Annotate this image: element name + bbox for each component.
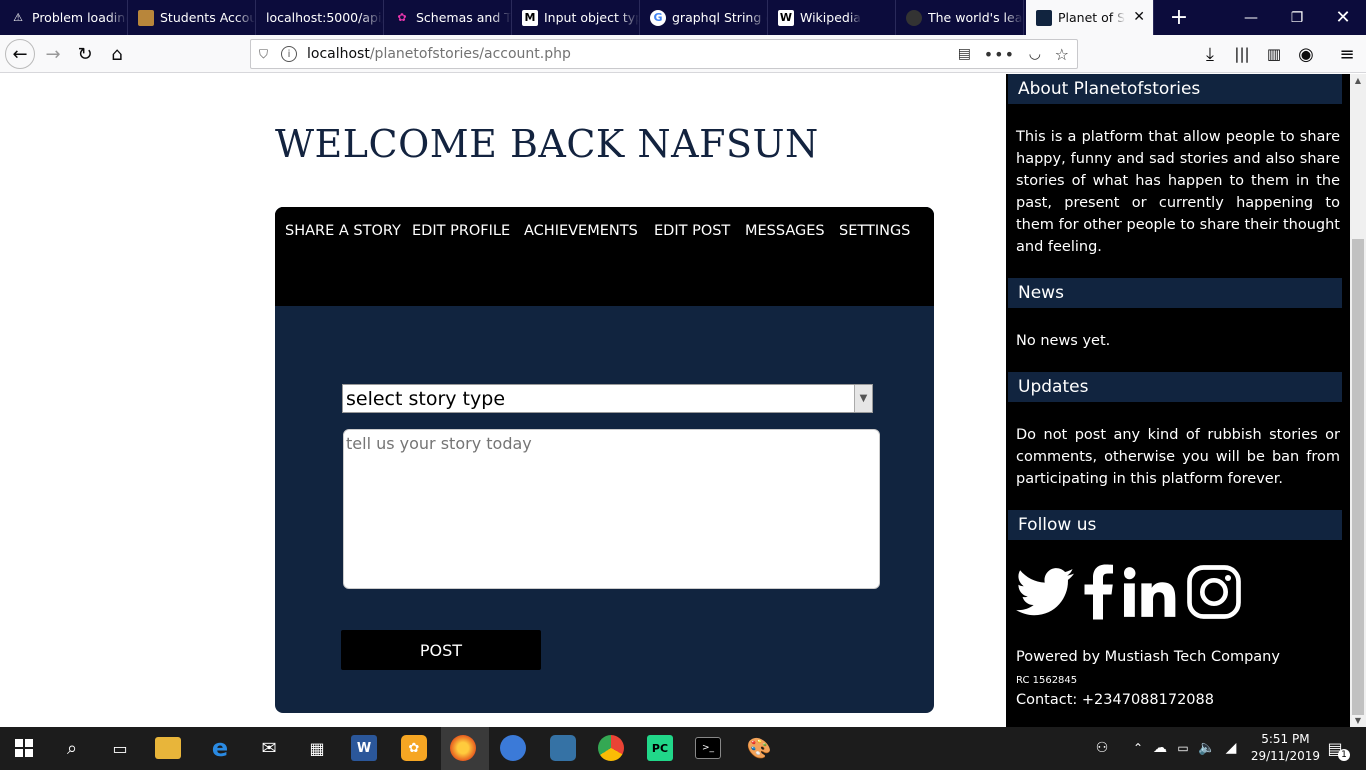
info-icon[interactable]: i xyxy=(281,46,297,62)
new-tab-button[interactable]: + xyxy=(1156,0,1202,35)
home-icon[interactable]: ⌂ xyxy=(102,39,132,69)
menu-edit-post[interactable]: EDIT POST xyxy=(654,223,730,239)
warning-icon: ⚠ xyxy=(13,11,23,24)
back-arrow-icon[interactable]: ← xyxy=(5,39,35,69)
account-menu: SHARE A STORY EDIT PROFILE ACHIEVEMENTS … xyxy=(275,207,934,306)
graphql-icon: ✿ xyxy=(397,11,407,24)
navigation-toolbar: ← → ↻ ⌂ ⛉ i localhost/planetofstories/ac… xyxy=(0,35,1366,73)
page-content: WELCOME BACK NAFSUN SHARE A STORY EDIT P… xyxy=(0,74,1350,727)
menu-settings[interactable]: SETTINGS xyxy=(839,223,910,239)
library-icon[interactable]: ||| xyxy=(1227,39,1257,69)
clock-date: 29/11/2019 xyxy=(1250,749,1320,763)
task-view-icon[interactable]: ▭ xyxy=(105,733,135,763)
page-scrollbar[interactable]: ▲ ▼ xyxy=(1350,74,1366,727)
follow-heading: Follow us xyxy=(1008,510,1342,540)
scroll-down-icon[interactable]: ▼ xyxy=(1350,716,1366,725)
about-heading: About Planetofstories xyxy=(1008,74,1342,104)
chevron-down-icon[interactable]: ▼ xyxy=(854,385,872,412)
downloads-icon[interactable]: ⤓ xyxy=(1195,39,1225,69)
powered-by-text: Powered by Mustiash Tech Company xyxy=(1016,649,1280,665)
firefox-icon[interactable] xyxy=(450,735,476,761)
clock[interactable]: 5:51 PM 29/11/2019 xyxy=(1251,731,1320,765)
tab-input-object-type[interactable]: M Input object typ xyxy=(512,0,640,35)
window-close-icon[interactable]: ✕ xyxy=(1320,0,1366,35)
site-icon xyxy=(138,9,154,26)
sidebar: About Planetofstories This is a platform… xyxy=(1006,74,1350,727)
terminal-icon[interactable]: >_ xyxy=(695,737,721,759)
word-icon[interactable]: W xyxy=(351,735,377,761)
python-icon[interactable] xyxy=(550,735,576,761)
pycharm-icon[interactable]: PC xyxy=(647,735,673,761)
file-explorer-icon[interactable] xyxy=(155,737,181,759)
linkedin-icon[interactable] xyxy=(1123,564,1177,620)
menu-edit-profile[interactable]: EDIT PROFILE xyxy=(412,223,510,239)
scroll-up-icon[interactable]: ▲ xyxy=(1350,76,1366,85)
edge-icon[interactable]: e xyxy=(205,733,235,763)
windows-start-icon[interactable] xyxy=(9,733,39,763)
about-text: This is a platform that allow people to … xyxy=(1016,129,1340,255)
site-icon xyxy=(1036,9,1052,26)
shield-icon[interactable]: ⛉ xyxy=(259,47,273,62)
menu-hamburger-icon[interactable]: ≡ xyxy=(1332,39,1362,69)
story-type-value: select story type xyxy=(346,387,506,410)
reload-icon[interactable]: ↻ xyxy=(70,39,100,69)
tab-graphql-string[interactable]: G graphql String c xyxy=(640,0,768,35)
minimize-icon[interactable]: — xyxy=(1228,0,1274,35)
uc-browser-icon[interactable]: ✿ xyxy=(401,735,427,761)
welcome-heading: WELCOME BACK NAFSUN xyxy=(275,122,819,166)
taskbar: ⌕ ▭ e ✉ ▦ W ✿ PC >_ 🎨 ⚇ ⌃ ☁ ▭ 🔈 ◢ 5:51 P… xyxy=(0,727,1366,770)
forward-arrow-icon[interactable]: → xyxy=(38,39,68,69)
mail-icon[interactable]: ✉ xyxy=(254,733,284,763)
tab-planet-of-stories[interactable]: Planet of Sto ✕ xyxy=(1026,0,1154,35)
network-icon[interactable]: ◢ xyxy=(1216,733,1246,763)
tab-github[interactable]: The world's lead xyxy=(896,0,1024,35)
menu-messages[interactable]: MESSAGES xyxy=(745,223,825,239)
chromium-icon[interactable] xyxy=(500,735,526,761)
medium-icon: M xyxy=(522,9,538,26)
menu-share-story[interactable]: SHARE A STORY xyxy=(285,223,401,239)
contact-text: Contact: +2347088172088 xyxy=(1016,692,1214,708)
tab-schemas-types[interactable]: ✿ Schemas and Ty xyxy=(384,0,512,35)
restore-icon[interactable]: ❐ xyxy=(1274,0,1320,35)
news-heading: News xyxy=(1008,278,1342,308)
tab-localhost-api[interactable]: localhost:5000/api/g xyxy=(256,0,384,35)
post-button[interactable]: POST xyxy=(341,630,541,670)
pocket-icon[interactable]: ◡ xyxy=(1029,46,1041,62)
tab-strip: ⚠ Problem loading Students Accoun localh… xyxy=(0,0,1366,35)
tab-problem-loading[interactable]: ⚠ Problem loading xyxy=(0,0,128,35)
chrome-icon[interactable] xyxy=(598,735,624,761)
story-textarea[interactable] xyxy=(343,429,880,589)
tab-students-account[interactable]: Students Accoun xyxy=(128,0,256,35)
google-icon: G xyxy=(650,9,666,26)
paint-icon[interactable]: 🎨 xyxy=(744,733,774,763)
store-icon[interactable]: ▦ xyxy=(302,733,332,763)
updates-text: Do not post any kind of rubbish stories … xyxy=(1016,427,1340,487)
tab-wikipedia[interactable]: W Wikipedia xyxy=(768,0,896,35)
twitter-icon[interactable] xyxy=(1016,564,1074,620)
scrollbar-thumb[interactable] xyxy=(1352,239,1364,715)
updates-heading: Updates xyxy=(1008,372,1342,402)
page-actions-icon[interactable]: ••• xyxy=(984,45,1015,64)
search-icon[interactable]: ⌕ xyxy=(57,733,87,763)
reader-view-icon[interactable]: ▤ xyxy=(958,46,971,62)
url-text: localhost/planetofstories/account.php xyxy=(307,46,571,62)
bookmark-star-icon[interactable]: ☆ xyxy=(1055,45,1069,64)
notification-count: 1 xyxy=(1338,749,1350,761)
clock-time: 5:51 PM xyxy=(1261,732,1310,746)
close-tab-icon[interactable]: ✕ xyxy=(1133,9,1145,25)
notification-center-icon[interactable]: ▤ 1 xyxy=(1320,733,1350,763)
instagram-icon[interactable] xyxy=(1186,564,1242,620)
news-text: No news yet. xyxy=(1016,333,1111,349)
menu-achievements[interactable]: ACHIEVEMENTS xyxy=(524,223,638,239)
sidebar-toggle-icon[interactable]: ▥ xyxy=(1259,39,1289,69)
people-icon[interactable]: ⚇ xyxy=(1087,733,1117,763)
address-bar[interactable]: ⛉ i localhost/planetofstories/account.ph… xyxy=(250,39,1078,69)
wikipedia-icon: W xyxy=(778,9,794,26)
account-icon[interactable]: ◉ xyxy=(1291,39,1321,69)
github-icon xyxy=(906,9,922,26)
story-type-select[interactable]: select story type ▼ xyxy=(342,384,873,413)
account-panel: SHARE A STORY EDIT PROFILE ACHIEVEMENTS … xyxy=(275,207,934,713)
facebook-icon[interactable] xyxy=(1082,564,1114,620)
